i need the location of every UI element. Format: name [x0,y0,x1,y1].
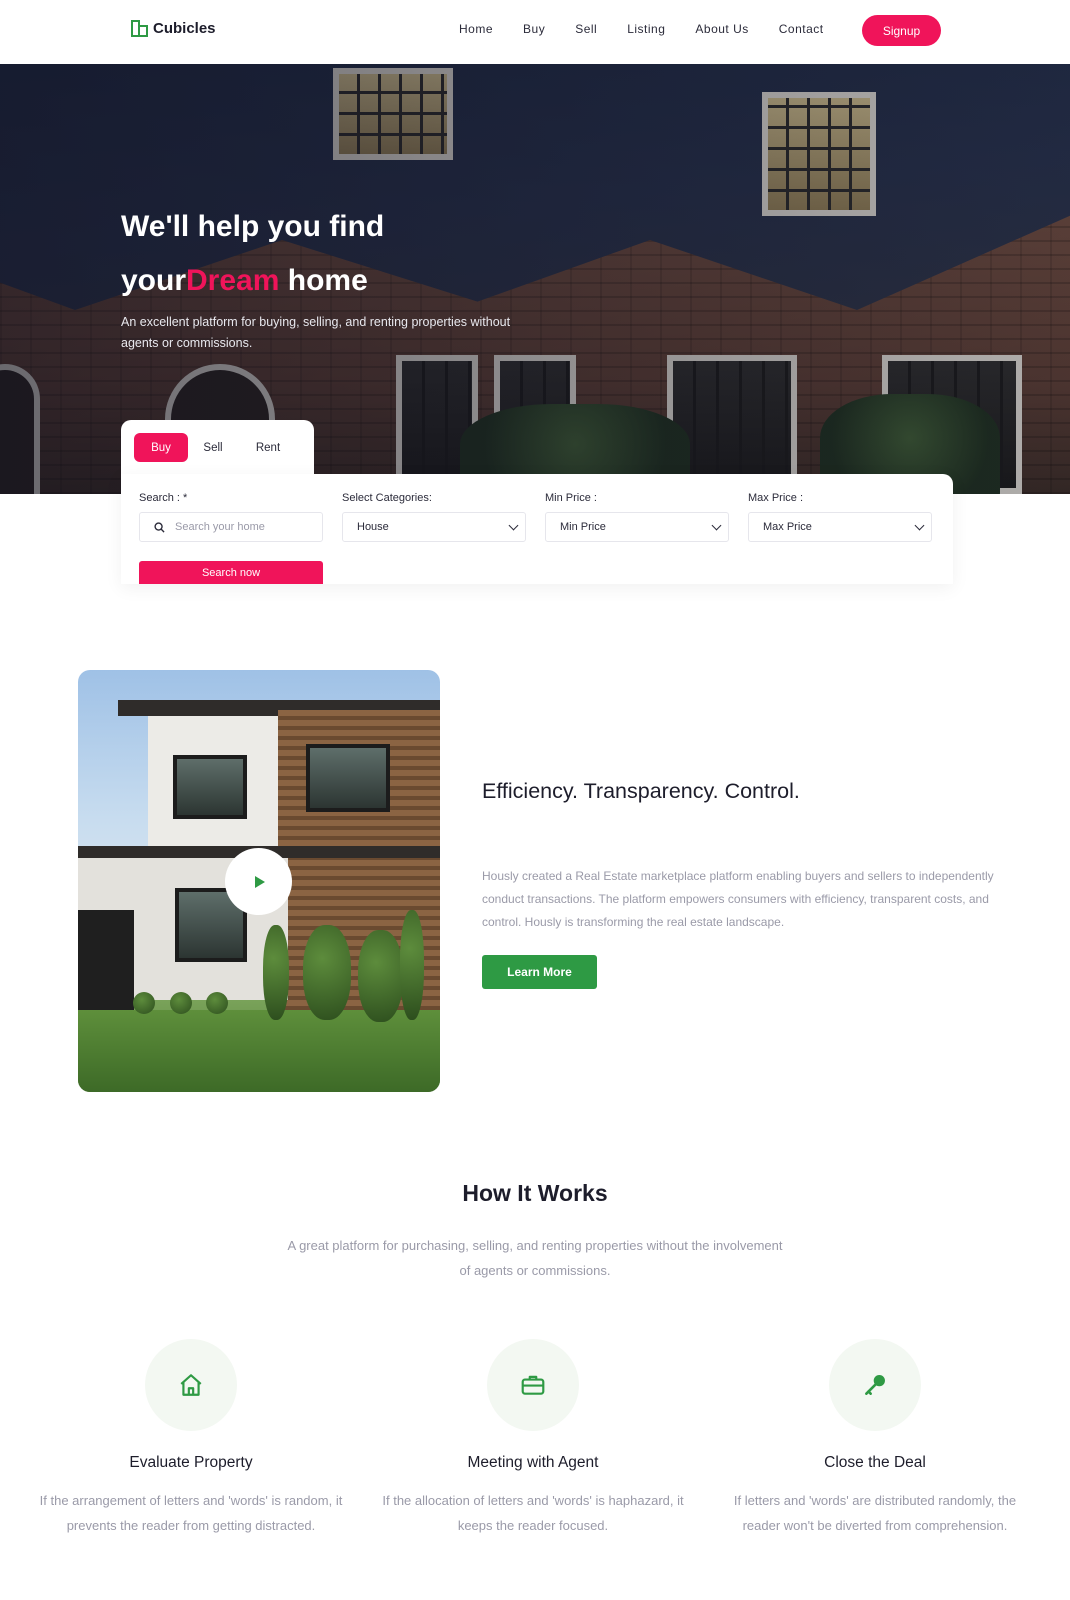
search-now-button[interactable]: Search now [139,561,323,584]
hero-title-home: home [279,264,368,297]
nav-link-buy[interactable]: Buy [523,22,545,36]
navbar: Cubicles Home Buy Sell Listing About Us … [0,0,1070,64]
house-shrub [263,925,289,1020]
house-photo [78,670,440,1092]
category-select[interactable]: House [342,512,526,542]
feature-text: Hously created a Real Estate marketplace… [482,869,994,929]
step-text: If the allocation of letters and 'words'… [382,1493,684,1533]
step-title: Meeting with Agent [467,1454,599,1471]
house-window [173,755,247,819]
category-value: House [357,521,389,533]
house-garage [78,910,134,1010]
max-price-label: Max Price : [748,492,804,504]
feature-title: Efficiency. Transparency. Control. [482,779,800,803]
step-meeting-with-agent: Meeting with Agent If the allocation of … [368,1339,698,1538]
step-icon-circle [487,1339,579,1431]
nav-link-sell[interactable]: Sell [575,22,597,36]
how-it-works-title: How It Works [462,1180,608,1206]
min-price-select[interactable]: Min Price [545,512,729,542]
house-shrub [303,925,351,1020]
search-input[interactable]: Search your home [139,512,323,542]
house-lawn [78,1010,440,1092]
category-label: Select Categories: [342,492,432,504]
min-price-value: Min Price [560,521,606,533]
nav-link-home[interactable]: Home [459,22,493,36]
house-shrub [206,992,228,1014]
chevron-down-icon [711,520,722,531]
search-label: Search : * [139,492,188,504]
step-text: If the arrangement of letters and 'words… [39,1493,343,1533]
logo-text: Cubicles [153,20,216,37]
learn-more-button[interactable]: Learn More [482,955,597,989]
tab-sell[interactable]: Sell [191,433,235,462]
house-shrub [400,910,424,1020]
step-icon-circle [829,1339,921,1431]
play-icon [255,875,265,888]
house-shrub [358,930,403,1022]
house-shrub [133,992,155,1014]
search-placeholder: Search your home [175,521,265,533]
step-title: Evaluate Property [129,1454,253,1471]
step-evaluate-property: Evaluate Property If the arrangement of … [26,1339,356,1538]
step-icon-circle [145,1339,237,1431]
hero-subtitle: An excellent platform for buying, sellin… [121,315,511,350]
house-window [306,744,390,812]
signup-button[interactable]: Signup [862,15,941,46]
nav-link-contact[interactable]: Contact [779,22,824,36]
hero-title-line1: We'll help you find [121,210,385,243]
briefcase-icon [521,1375,545,1395]
how-it-works-subtitle: A great platform for purchasing, selling… [287,1238,783,1278]
search-card: Search : * Search your home Select Categ… [121,474,953,584]
step-title: Close the Deal [824,1454,926,1471]
home-icon [180,1374,202,1396]
nav-links: Home Buy Sell Listing About Us Contact [459,22,854,36]
chevron-down-icon [508,520,519,531]
key-icon [865,1375,885,1395]
nav-link-listing[interactable]: Listing [627,22,665,36]
house-shrub [170,992,192,1014]
step-text: If letters and 'words' are distributed r… [733,1493,1017,1533]
tab-rent[interactable]: Rent [243,433,293,462]
search-icon [154,521,165,533]
max-price-value: Max Price [763,521,812,533]
max-price-select[interactable]: Max Price [748,512,932,542]
hero-title: We'll help you find yourDream home [121,200,521,308]
hero-title-accent: Dream [186,264,280,297]
nav-link-about[interactable]: About Us [695,22,748,36]
logo[interactable]: Cubicles [131,20,216,37]
chevron-down-icon [914,520,925,531]
building-logo-icon [131,20,148,37]
hero-title-your: your [121,264,187,297]
search-tabs: Buy Sell Rent [121,420,314,476]
tab-buy[interactable]: Buy [134,433,188,462]
play-video-button[interactable] [225,848,292,915]
step-close-the-deal: Close the Deal If letters and 'words' ar… [710,1339,1040,1538]
min-price-label: Min Price : [545,492,597,504]
